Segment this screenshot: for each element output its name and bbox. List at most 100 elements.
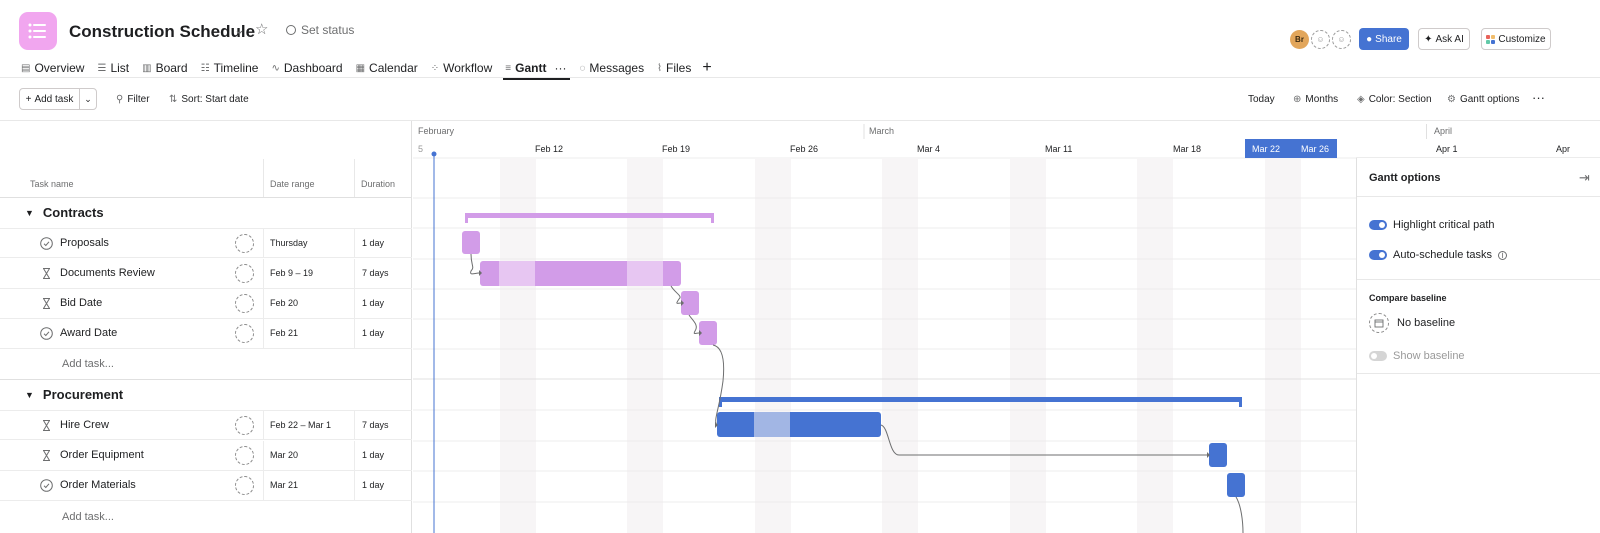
toggle-label: Auto-schedule tasks xyxy=(1393,249,1493,261)
task-name[interactable]: Order Materials xyxy=(60,479,136,491)
gantt-bar-order-equipment[interactable] xyxy=(1209,443,1227,467)
more-icon[interactable]: ··· xyxy=(1532,90,1545,105)
chevron-down-icon[interactable]: ⌄ xyxy=(234,22,245,38)
project-title[interactable]: Construction Schedule xyxy=(69,22,255,42)
toggle-switch[interactable] xyxy=(1369,220,1387,230)
baseline-selector[interactable]: No baseline xyxy=(1369,313,1455,333)
tab-timeline[interactable]: ☷ Timeline xyxy=(201,58,259,78)
task-date[interactable]: Feb 22 – Mar 1 xyxy=(270,420,331,430)
empty-avatar-icon[interactable]: ☺ xyxy=(1332,30,1351,49)
tab-dashboard[interactable]: ∿ Dashboard xyxy=(271,58,342,78)
more-icon[interactable]: ··· xyxy=(554,61,566,75)
check-circle-icon[interactable] xyxy=(40,327,53,340)
add-task-button[interactable]: + Add task ⌄ xyxy=(19,88,97,110)
gantt-bar-hire-crew[interactable] xyxy=(717,412,881,437)
members-avatars[interactable]: Br ☺ ☺ xyxy=(1290,30,1353,49)
caret-down-icon[interactable]: ▼ xyxy=(25,390,34,400)
task-duration[interactable]: 1 day xyxy=(362,238,384,248)
show-baseline-toggle[interactable]: Show baseline xyxy=(1369,350,1465,362)
task-date[interactable]: Feb 20 xyxy=(270,298,298,308)
assignee-icon[interactable] xyxy=(235,416,254,435)
column-duration[interactable]: Duration xyxy=(361,179,395,189)
highlight-critical-path-toggle[interactable]: Highlight critical path xyxy=(1369,219,1495,231)
assignee-icon[interactable] xyxy=(235,476,254,495)
task-name[interactable]: Proposals xyxy=(60,237,109,249)
tab-calendar[interactable]: ▦ Calendar xyxy=(356,58,418,78)
task-name[interactable]: Order Equipment xyxy=(60,449,144,461)
tab-gantt[interactable]: ≡ Gantt ··· xyxy=(503,58,571,80)
column-task-name[interactable]: Task name xyxy=(30,179,74,189)
cell-divider xyxy=(354,471,355,500)
star-icon[interactable]: ☆ xyxy=(255,20,268,38)
empty-avatar-icon[interactable]: ☺ xyxy=(1311,30,1330,49)
task-duration[interactable]: 7 days xyxy=(362,268,389,278)
chevron-down-icon[interactable]: ⌄ xyxy=(80,89,96,109)
task-duration[interactable]: 1 day xyxy=(362,480,384,490)
gantt-bar-proposals[interactable] xyxy=(462,231,480,254)
table-row[interactable]: Documents Review Feb 9 – 19 7 days xyxy=(0,259,412,289)
task-date[interactable]: Feb 9 – 19 xyxy=(270,268,313,278)
assignee-icon[interactable] xyxy=(235,234,254,253)
task-duration[interactable]: 7 days xyxy=(362,420,389,430)
share-button[interactable]: ● Share xyxy=(1359,28,1409,50)
task-date[interactable]: Feb 21 xyxy=(270,328,298,338)
add-tab-icon[interactable]: + xyxy=(702,59,711,77)
avatar[interactable]: Br xyxy=(1290,30,1309,49)
table-row[interactable]: Bid Date Feb 20 1 day xyxy=(0,289,412,319)
add-task-main[interactable]: + Add task xyxy=(20,89,80,109)
gantt-bar-order-materials[interactable] xyxy=(1227,473,1245,497)
tab-overview[interactable]: ▤ Overview xyxy=(21,58,84,78)
assignee-icon[interactable] xyxy=(235,324,254,343)
task-name[interactable]: Documents Review xyxy=(60,267,155,279)
tab-list[interactable]: ☰ List xyxy=(97,58,129,78)
task-date[interactable]: Mar 21 xyxy=(270,480,298,490)
set-status-button[interactable]: Set status xyxy=(286,23,354,37)
months-button[interactable]: ⊕ Months xyxy=(1293,94,1338,105)
assignee-icon[interactable] xyxy=(235,294,254,313)
sort-button[interactable]: ⇅ Sort: Start date xyxy=(169,94,249,105)
color-button[interactable]: ◈ Color: Section xyxy=(1357,94,1432,105)
collapse-panel-icon[interactable]: ⇥ xyxy=(1579,170,1590,186)
toggle-switch[interactable] xyxy=(1369,250,1387,260)
table-row[interactable]: Order Equipment Mar 20 1 day xyxy=(0,441,412,471)
task-name[interactable]: Award Date xyxy=(60,327,117,339)
task-date[interactable]: Mar 20 xyxy=(270,450,298,460)
add-task-row[interactable]: Add task... xyxy=(0,502,412,532)
task-name[interactable]: Hire Crew xyxy=(60,419,109,431)
auto-schedule-toggle[interactable]: Auto-schedule tasks i xyxy=(1369,249,1508,261)
section-procurement[interactable]: ▼ Procurement xyxy=(0,380,412,409)
assignee-icon[interactable] xyxy=(235,264,254,283)
table-row[interactable]: Proposals Thursday 1 day xyxy=(0,228,412,258)
today-button[interactable]: Today xyxy=(1248,94,1275,105)
add-task-label[interactable]: Add task... xyxy=(62,358,114,370)
compare-baseline-label: Compare baseline xyxy=(1369,293,1447,303)
project-icon[interactable] xyxy=(19,12,57,50)
task-duration[interactable]: 1 day xyxy=(362,298,384,308)
table-row[interactable]: Order Materials Mar 21 1 day xyxy=(0,471,412,501)
table-row[interactable]: Award Date Feb 21 1 day xyxy=(0,319,412,349)
add-task-label[interactable]: Add task... xyxy=(62,511,114,523)
ask-ai-button[interactable]: ✦ Ask AI xyxy=(1418,28,1470,50)
task-date[interactable]: Thursday xyxy=(270,238,308,248)
task-duration[interactable]: 1 day xyxy=(362,450,384,460)
check-circle-icon[interactable] xyxy=(40,237,53,250)
assignee-icon[interactable] xyxy=(235,446,254,465)
caret-down-icon[interactable]: ▼ xyxy=(25,208,34,218)
section-contracts[interactable]: ▼ Contracts xyxy=(0,198,412,227)
gantt-options-button[interactable]: ⚙ Gantt options xyxy=(1447,94,1519,105)
tab-files[interactable]: ⌇ Files xyxy=(657,58,691,78)
task-name[interactable]: Bid Date xyxy=(60,297,102,309)
task-duration[interactable]: 1 day xyxy=(362,328,384,338)
toggle-switch[interactable] xyxy=(1369,351,1387,361)
tab-messages[interactable]: ◌ Messages xyxy=(579,58,644,78)
info-icon[interactable]: i xyxy=(1498,250,1508,260)
tab-board[interactable]: ▥ Board xyxy=(142,58,187,78)
column-date-range[interactable]: Date range xyxy=(270,179,315,189)
table-row[interactable]: Hire Crew Feb 22 – Mar 1 7 days xyxy=(0,410,412,440)
filter-button[interactable]: ⚲ Filter xyxy=(116,94,150,105)
customize-button[interactable]: Customize xyxy=(1481,28,1551,50)
tab-label: Files xyxy=(666,61,692,75)
tab-workflow[interactable]: ⁘ Workflow xyxy=(431,58,493,78)
add-task-row[interactable]: Add task... xyxy=(0,349,412,379)
check-circle-icon[interactable] xyxy=(40,479,53,492)
